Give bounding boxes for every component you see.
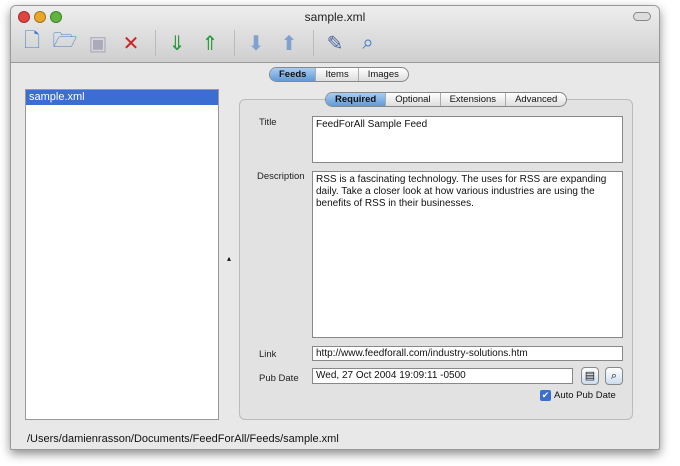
app-window: sample.xml 🗋 🗁 ▣ ✕ ⇓ ⇑ ⬇ ⬆ ✎ ⌕ Feeds Ite…: [10, 5, 660, 450]
toolbar-toggle-button[interactable]: [633, 12, 651, 21]
splitter-handle[interactable]: ▴: [227, 254, 231, 263]
link-label: Link: [259, 349, 277, 360]
tab-items[interactable]: Items: [316, 68, 359, 81]
title-field[interactable]: FeedForAll Sample Feed: [312, 116, 623, 163]
main-tabs: Feeds Items Images: [269, 67, 409, 82]
description-field[interactable]: RSS is a fascinating technology. The use…: [312, 171, 623, 338]
save-icon[interactable]: ▣: [83, 28, 113, 58]
import-icon[interactable]: ⇓: [162, 28, 192, 58]
tab-advanced[interactable]: Advanced: [506, 93, 566, 106]
tab-feeds[interactable]: Feeds: [270, 68, 317, 81]
pubdate-label: Pub Date: [259, 373, 299, 384]
calendar-button[interactable]: ▤: [581, 367, 599, 385]
close-feed-icon[interactable]: ✕: [116, 28, 146, 58]
export-icon[interactable]: ⇑: [195, 28, 225, 58]
move-up-icon[interactable]: ⬆: [274, 28, 304, 58]
move-down-icon[interactable]: ⬇: [241, 28, 271, 58]
tab-required[interactable]: Required: [326, 93, 387, 106]
status-path: /Users/damienrasson/Documents/FeedForAll…: [27, 433, 339, 445]
auto-pubdate-label: Auto Pub Date: [554, 390, 616, 401]
tab-images[interactable]: Images: [359, 68, 408, 81]
tab-optional[interactable]: Optional: [386, 93, 441, 106]
pubdate-field[interactable]: Wed, 27 Oct 2004 19:09:11 -0500: [312, 368, 573, 384]
list-item[interactable]: sample.xml: [26, 90, 218, 105]
sub-tabs: Required Optional Extensions Advanced: [325, 92, 568, 107]
calendar-icon: ▤: [584, 370, 596, 382]
new-feed-icon[interactable]: 🗋: [17, 28, 47, 58]
description-label: Description: [257, 171, 305, 182]
title-bar: sample.xml 🗋 🗁 ▣ ✕ ⇓ ⇑ ⬇ ⬆ ✎ ⌕: [11, 6, 659, 63]
checkmark-icon: ✔: [540, 390, 551, 401]
magnifier-icon: ⌕: [610, 370, 618, 382]
toolbar: 🗋 🗁 ▣ ✕ ⇓ ⇑ ⬇ ⬆ ✎ ⌕: [17, 28, 386, 58]
title-label: Title: [259, 117, 277, 128]
tab-extensions[interactable]: Extensions: [441, 93, 507, 106]
edit-xml-icon[interactable]: ✎: [320, 28, 350, 58]
auto-pubdate-checkbox[interactable]: ✔ Auto Pub Date: [540, 390, 616, 401]
window-title: sample.xml: [304, 10, 366, 24]
preview-icon[interactable]: ⌕: [353, 28, 383, 58]
link-field[interactable]: http://www.feedforall.com/industry-solut…: [312, 346, 623, 361]
date-lookup-button[interactable]: ⌕: [605, 367, 623, 385]
open-folder-icon[interactable]: 🗁: [50, 28, 80, 58]
feed-file-list[interactable]: sample.xml: [25, 89, 219, 420]
